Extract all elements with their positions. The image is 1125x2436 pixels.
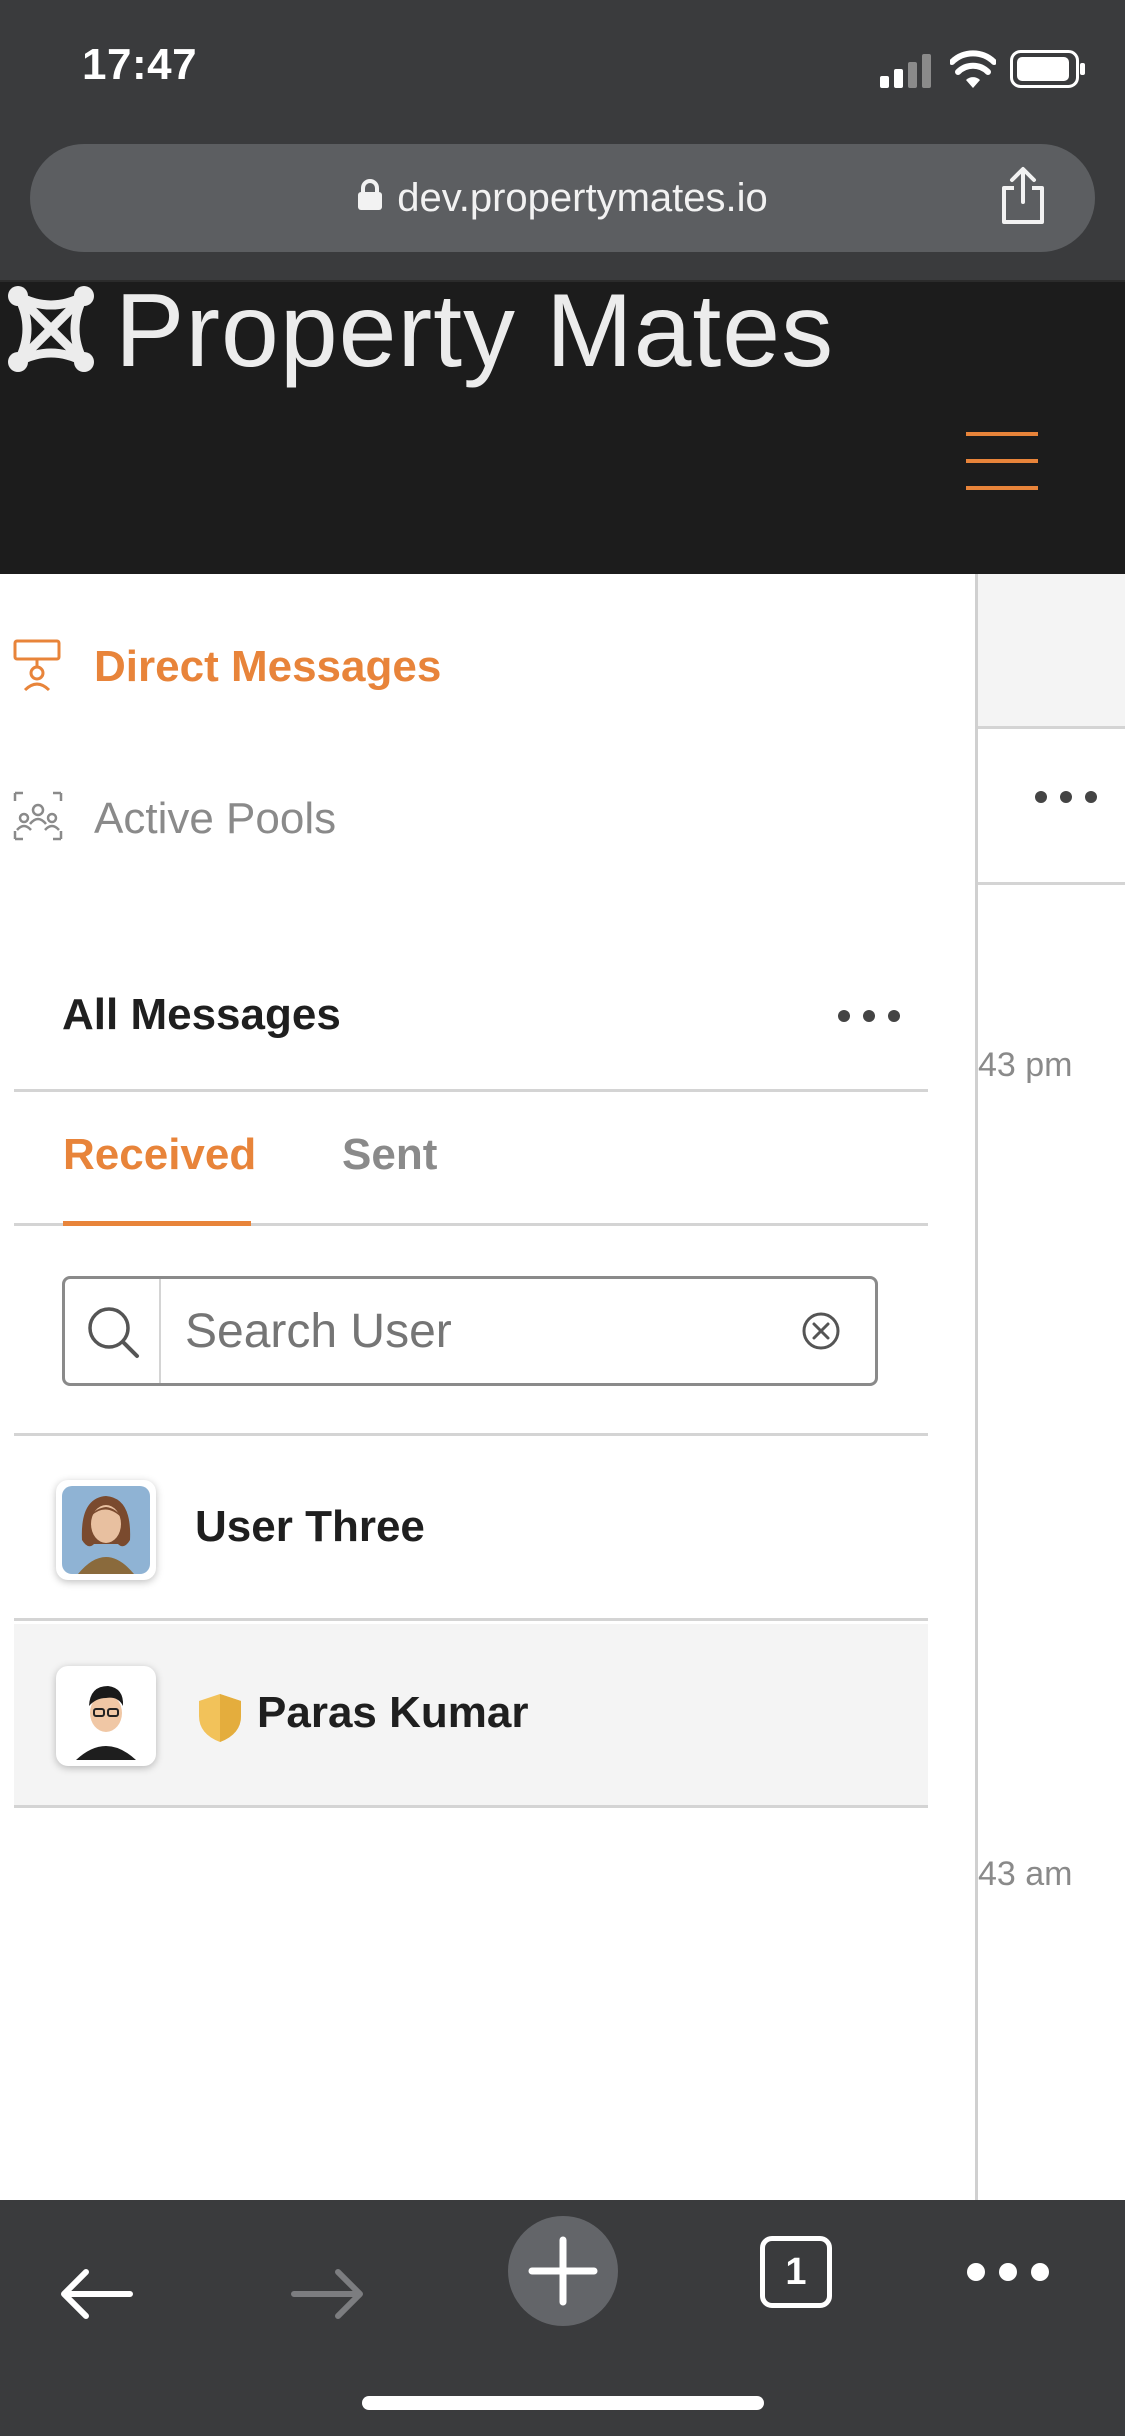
site-header: Property Mates [0, 273, 1125, 574]
more-options-icon[interactable] [966, 2260, 1050, 2284]
man-avatar [56, 1666, 156, 1766]
nav-label-active-pools: Active Pools [94, 794, 337, 843]
list-item[interactable]: User Three [14, 1436, 928, 1621]
nav-direct-messages[interactable]: Direct Messages [0, 620, 975, 710]
forward-arrow-icon[interactable] [288, 2264, 368, 2324]
conversation-toolbar [978, 729, 1125, 885]
user-name: User Three [195, 1502, 425, 1551]
message-timestamp: 43 pm [978, 1046, 1073, 1084]
group-icon [12, 790, 64, 842]
tab-received[interactable]: Received [63, 1092, 256, 1226]
tab-count: 1 [785, 2251, 807, 2293]
conversation-panel: 43 pm 43 am [978, 574, 1125, 2200]
message-timestamp: 43 am [978, 1855, 1073, 1893]
url-display: dev.propertymates.io [30, 174, 1095, 221]
clear-search-icon[interactable] [797, 1307, 845, 1355]
new-tab-button[interactable] [508, 2216, 618, 2326]
battery-icon [1010, 50, 1086, 88]
browser-address-area: dev.propertymates.io [0, 140, 1125, 282]
tabs-button[interactable]: 1 [760, 2236, 832, 2308]
message-icon [12, 638, 62, 692]
plus-icon [528, 2236, 598, 2306]
wifi-icon [949, 50, 997, 90]
messages-header: All Messages [14, 954, 928, 1092]
user-list: User Three Paras Kumar [14, 1436, 928, 1808]
messages-options-icon[interactable] [836, 1006, 902, 1026]
home-indicator [362, 2396, 764, 2410]
status-time: 17:47 [82, 40, 198, 89]
address-bar[interactable]: dev.propertymates.io [30, 144, 1095, 252]
tab-sent[interactable]: Sent [342, 1092, 462, 1226]
list-item[interactable]: Paras Kumar [14, 1624, 928, 1808]
verified-shield-icon [195, 1692, 245, 1744]
search-input[interactable] [185, 1299, 785, 1363]
share-icon[interactable] [998, 166, 1048, 226]
messages-sidebar: Direct Messages Active Pools All Message… [0, 574, 975, 2200]
hamburger-menu-icon[interactable] [966, 432, 1038, 490]
messages-title: All Messages [62, 990, 341, 1039]
brand-name: Property Mates [115, 273, 835, 389]
tab-label-received: Received [63, 1130, 257, 1179]
search-section [14, 1226, 928, 1436]
logo-icon [6, 284, 96, 374]
tab-label-sent: Sent [342, 1130, 438, 1179]
cellular-signal-icon [880, 54, 932, 88]
user-name: Paras Kumar [257, 1688, 529, 1737]
search-icon [65, 1279, 161, 1383]
browser-toolbar: 1 [0, 2200, 1125, 2436]
conversation-options-icon[interactable] [1033, 787, 1099, 807]
back-arrow-icon[interactable] [56, 2264, 136, 2324]
woman-avatar [56, 1480, 156, 1580]
lock-icon [357, 176, 383, 221]
url-text: dev.propertymates.io [397, 175, 768, 220]
nav-active-pools[interactable]: Active Pools [0, 772, 975, 862]
search-box [62, 1276, 878, 1386]
status-bar: 17:47 [0, 0, 1125, 140]
nav-label-direct-messages: Direct Messages [94, 642, 442, 691]
conversation-header-bar [978, 574, 1125, 729]
message-tabs: Received Sent [14, 1092, 928, 1226]
